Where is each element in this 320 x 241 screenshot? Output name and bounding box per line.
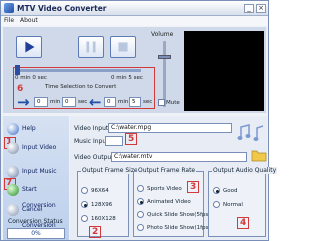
app-window: MTV Video Converter _ × File About Volum… xyxy=(0,0,278,241)
volume-label: Volume xyxy=(151,31,174,38)
music-icon xyxy=(7,166,19,178)
close-button[interactable]: × xyxy=(256,4,266,13)
annotation-number-2: 2 xyxy=(92,227,99,237)
menu-about[interactable]: About xyxy=(20,17,38,24)
frame-size-radio-96x64[interactable] xyxy=(81,187,88,194)
audio-quality-title: Output Audio Quality xyxy=(212,167,278,174)
frame-rate-radio-sports[interactable] xyxy=(137,185,144,192)
volume-slider[interactable] xyxy=(163,41,166,107)
annotation-number-5: 5 xyxy=(128,134,135,144)
music-note-icon-2 xyxy=(253,125,264,141)
frame-size-option-128x96: 128X96 xyxy=(91,202,113,208)
frame-rate-option-photo-slide: Photo Slide Show(1fps) xyxy=(147,225,211,231)
help-icon xyxy=(7,123,19,135)
minimize-button[interactable]: _ xyxy=(244,4,254,13)
frame-rate-option-sports: Sports Video xyxy=(147,186,182,192)
frame-size-radio-128x96[interactable] xyxy=(81,201,88,208)
pause-icon xyxy=(86,41,96,53)
input-video-label: Input Video xyxy=(22,144,57,151)
from-sec-input[interactable]: 0 xyxy=(62,97,76,107)
from-min-unit: min xyxy=(50,99,61,105)
frame-rate-option-animated: Animated Video xyxy=(147,199,191,205)
frame-rate-radio-animated[interactable] xyxy=(137,198,144,205)
seek-slider-handle[interactable] xyxy=(15,65,20,75)
video-output-field[interactable]: C:\water.mtv xyxy=(111,152,247,162)
stop-button[interactable] xyxy=(110,36,136,58)
title-bar: MTV Video Converter _ × xyxy=(1,1,268,16)
arrow-right-icon: → xyxy=(17,93,30,111)
annotation-number-3: 3 xyxy=(190,182,197,192)
music-input-field[interactable] xyxy=(105,136,123,146)
play-button[interactable] xyxy=(16,36,42,58)
annotation-number-4: 4 xyxy=(240,218,247,228)
music-input-label: Music Input xyxy=(74,138,109,145)
conversion-status-label: Conversion Status xyxy=(8,218,63,225)
arrow-left-icon: ← xyxy=(89,93,102,111)
app-icon xyxy=(4,3,14,13)
help-button[interactable]: Help xyxy=(5,121,65,137)
mute-checkbox[interactable] xyxy=(158,99,165,106)
help-label: Help xyxy=(22,125,36,132)
to-min-input[interactable]: 0 xyxy=(104,97,116,107)
window-title: MTV Video Converter xyxy=(17,4,107,13)
pause-button[interactable] xyxy=(78,36,104,58)
frame-rate-title: Output Frame Rate xyxy=(137,167,197,174)
film-icon xyxy=(7,142,19,154)
volume-slider-handle[interactable] xyxy=(158,55,171,59)
time-selection-label: Time Selection to Convert xyxy=(45,84,117,90)
frame-size-option-160x128: 160X128 xyxy=(91,216,116,222)
position-start-text: 0 min 0 sec xyxy=(15,75,47,81)
folder-icon[interactable] xyxy=(251,146,267,164)
audio-quality-radio-good[interactable] xyxy=(213,187,220,194)
video-input-field[interactable]: C:\water.mpg xyxy=(108,123,232,133)
audio-quality-option-good: Good xyxy=(223,188,238,194)
stop-icon xyxy=(118,42,128,52)
frame-size-option-96x64: 96X64 xyxy=(91,188,109,194)
input-video-button[interactable]: Input Video xyxy=(5,140,65,156)
start-icon xyxy=(7,184,19,196)
frame-rate-radio-photo-slide[interactable] xyxy=(137,224,144,231)
audio-quality-radio-normal[interactable] xyxy=(213,201,220,208)
to-sec-input[interactable]: 5 xyxy=(129,97,141,107)
conversion-progress-bar: 0% xyxy=(7,228,65,239)
frame-size-radio-160x128[interactable] xyxy=(81,215,88,222)
menu-file[interactable]: File xyxy=(4,17,14,24)
frame-rate-option-quick-slide: Quick Slide Show(5fps) xyxy=(147,212,211,218)
audio-quality-option-normal: Normal xyxy=(223,202,243,208)
to-sec-unit: sec xyxy=(143,99,153,105)
menu-bar: File About xyxy=(1,16,268,26)
frame-rate-radio-quick-slide[interactable] xyxy=(137,211,144,218)
video-preview xyxy=(184,31,264,111)
start-conversion-button[interactable]: Start Conversion xyxy=(5,182,65,209)
video-output-label: Video Output xyxy=(74,154,114,161)
from-sec-unit: sec xyxy=(78,99,88,105)
mute-label: Mute xyxy=(166,100,180,106)
frame-size-title: Output Frame Size xyxy=(81,167,139,174)
play-icon xyxy=(25,41,35,53)
position-end-text: 0 min 5 sec xyxy=(111,75,143,81)
to-min-unit: min xyxy=(118,99,129,105)
video-input-label: Video Input xyxy=(74,125,109,132)
seek-slider[interactable] xyxy=(15,69,141,72)
cancel-icon xyxy=(7,204,19,216)
input-music-label: Input Music xyxy=(22,168,57,175)
music-note-icon xyxy=(237,124,251,140)
from-min-input[interactable]: 0 xyxy=(34,97,48,107)
cancel-conversion-button[interactable]: Cancel Conversion xyxy=(5,202,65,229)
